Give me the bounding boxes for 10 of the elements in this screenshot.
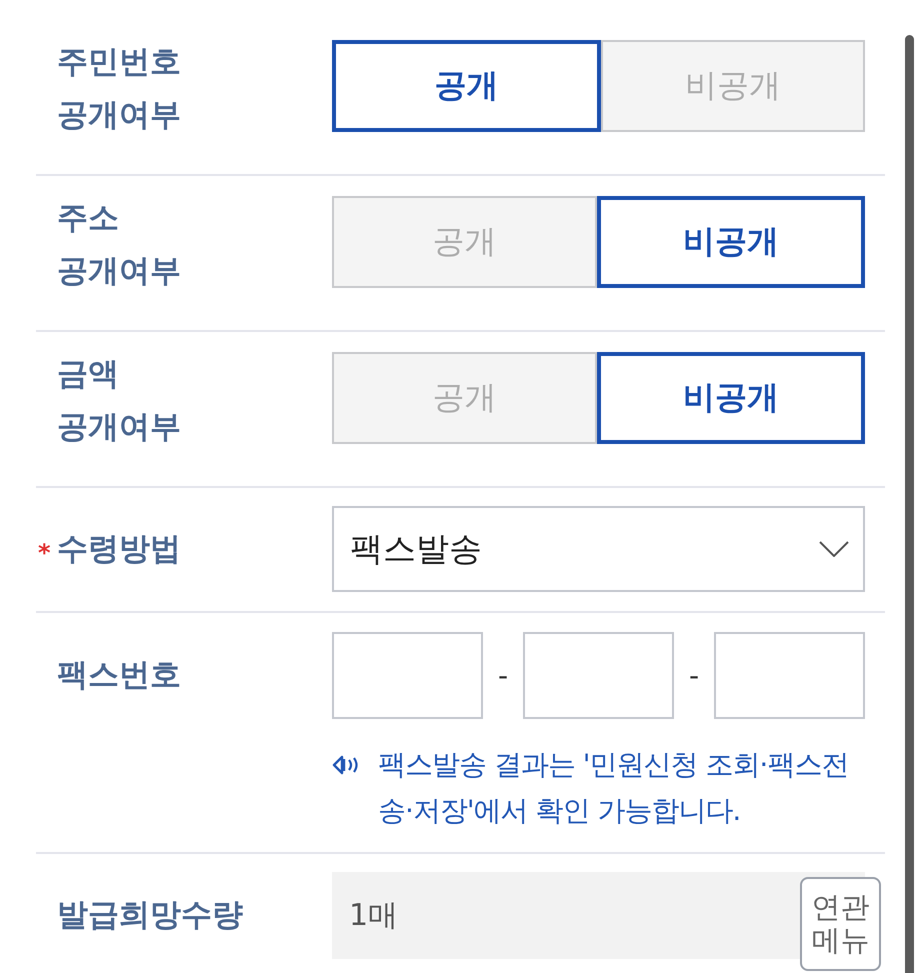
field-label: 주소 공개여부 bbox=[57, 199, 181, 291]
number-separator: - bbox=[496, 659, 510, 692]
notice-text: 팩스발송 결과는 '민원신청 조회·팩스전송·저장'에서 확인 가능합니다. bbox=[378, 747, 850, 829]
field-label: 금액 공개여부 bbox=[57, 355, 181, 447]
required-mark: * bbox=[38, 539, 52, 567]
field-label: 주민번호 공개여부 bbox=[57, 43, 181, 135]
field-label: 발급희망수량 bbox=[57, 896, 243, 935]
number-separator: - bbox=[688, 659, 700, 692]
field-label: 팩스번호 bbox=[57, 656, 181, 695]
field-label: 수령방법 bbox=[57, 530, 181, 568]
